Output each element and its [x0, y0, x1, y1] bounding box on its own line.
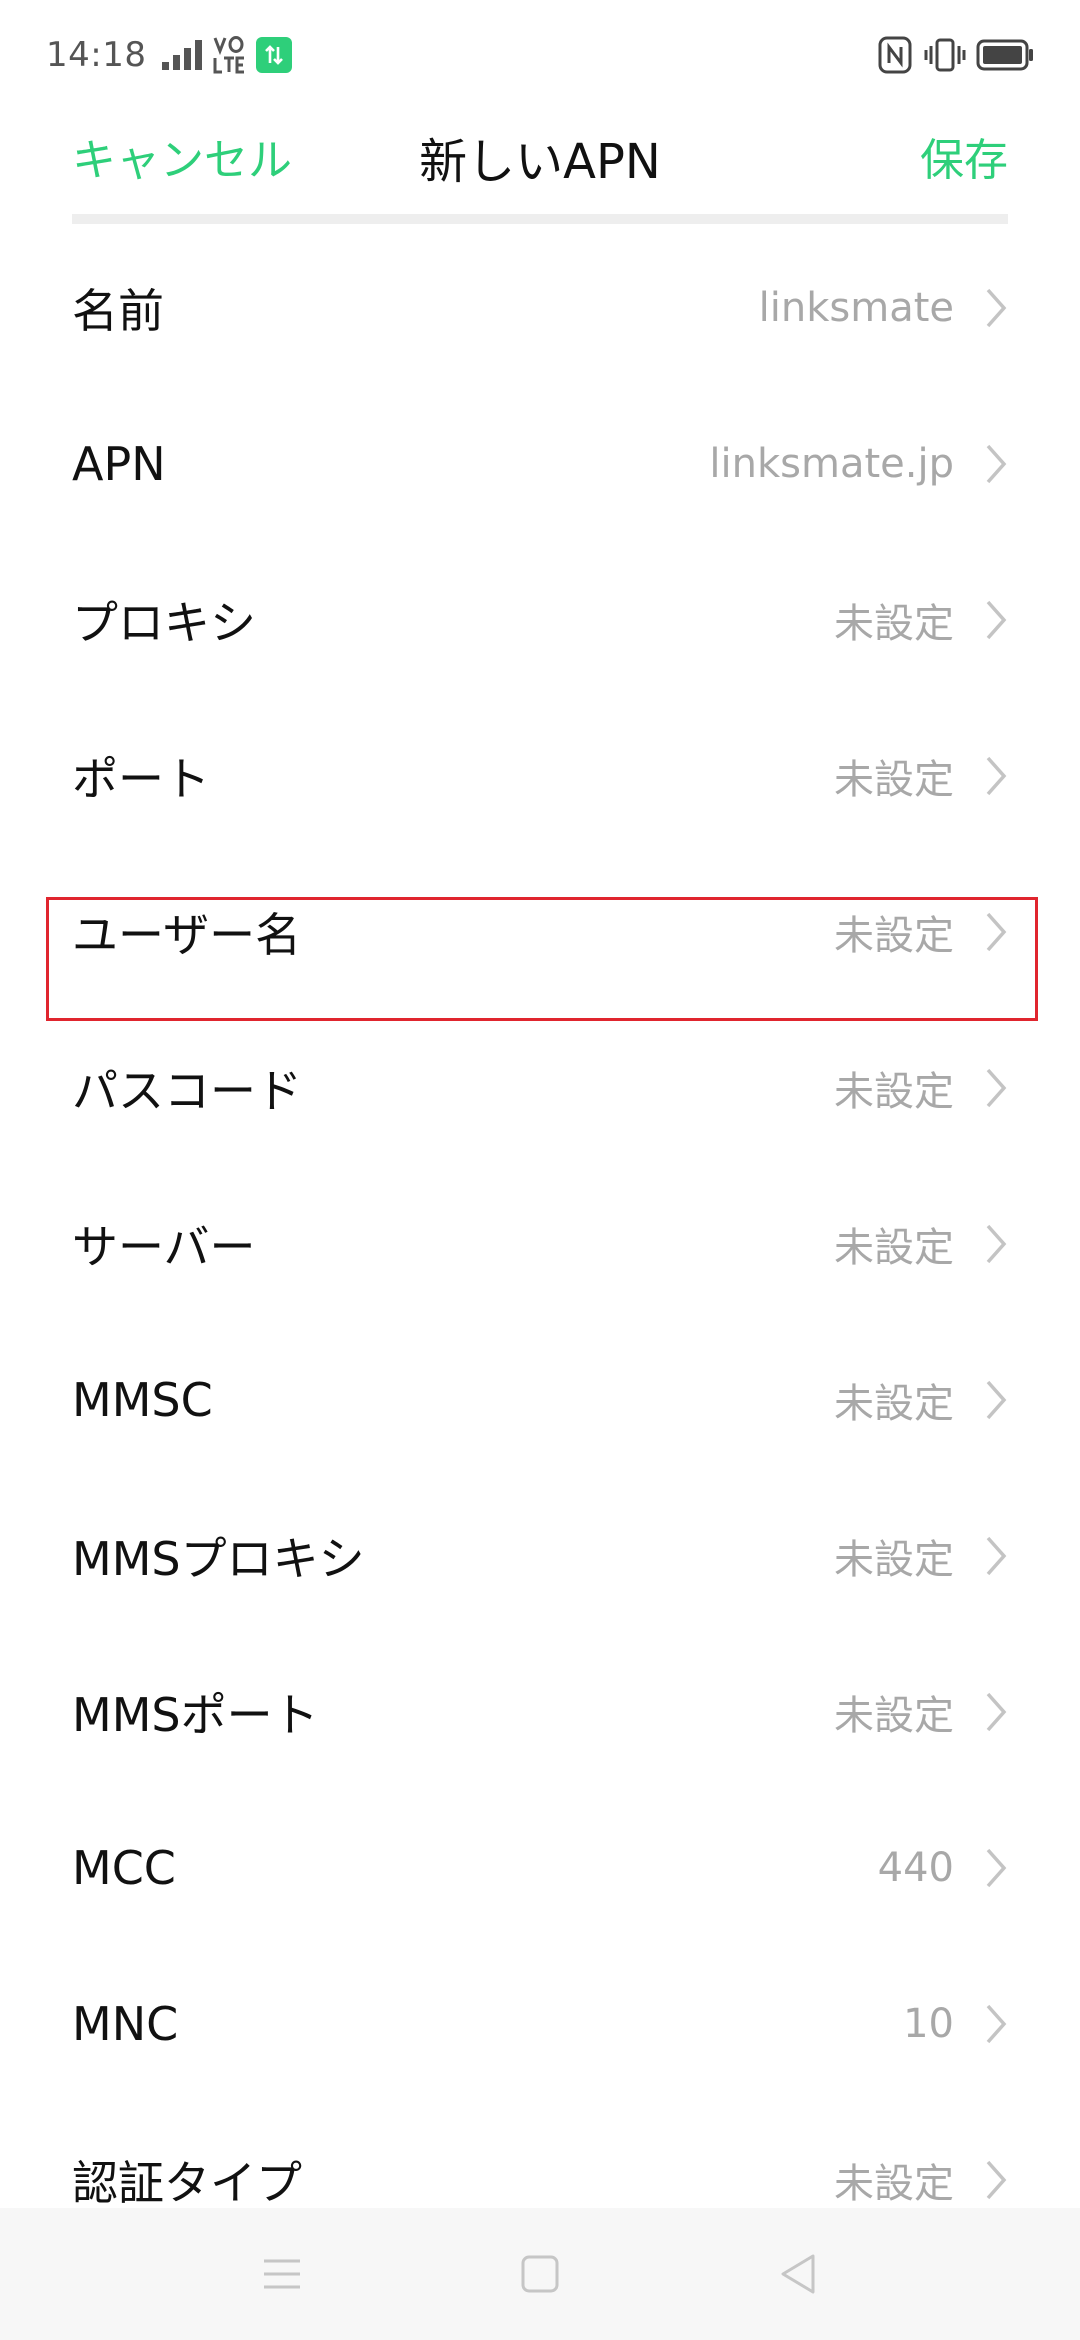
row-label: 認証タイプ — [72, 2156, 302, 2208]
proxy-row[interactable]: プロキシ 未設定 — [0, 542, 1080, 698]
chevron-right-icon — [986, 444, 1007, 484]
home-button[interactable] — [508, 2242, 572, 2306]
row-value: 440 — [877, 1845, 954, 1891]
chevron-right-icon — [986, 1536, 1007, 1576]
mms-port-row[interactable]: MMSポート 未設定 — [0, 1634, 1080, 1790]
row-label: MMSポート — [72, 1688, 319, 1742]
data-transfer-icon — [256, 37, 293, 73]
back-icon — [781, 2254, 815, 2294]
chevron-right-icon — [986, 600, 1007, 640]
row-label: ポート — [72, 752, 210, 806]
port-row[interactable]: ポート 未設定 — [0, 698, 1080, 854]
row-value: 未設定 — [834, 1537, 954, 1583]
save-button[interactable]: 保存 — [920, 124, 1008, 188]
row-label: MCC — [72, 1841, 176, 1895]
row-label: MMSプロキシ — [72, 1532, 365, 1586]
passcode-row[interactable]: パスコード 未設定 — [0, 1010, 1080, 1166]
menu-button[interactable] — [250, 2242, 314, 2306]
mnc-row[interactable]: MNC 10 — [0, 1946, 1080, 2102]
row-label: プロキシ — [72, 596, 256, 650]
chevron-right-icon — [986, 912, 1007, 952]
chevron-right-icon — [986, 756, 1007, 796]
menu-icon — [264, 2259, 300, 2289]
row-label: MMSC — [72, 1373, 213, 1427]
chevron-right-icon — [986, 2160, 1007, 2200]
vibrate-icon — [924, 38, 966, 72]
chevron-right-icon — [986, 1692, 1007, 1732]
server-row[interactable]: サーバー 未設定 — [0, 1166, 1080, 1322]
chevron-right-icon — [986, 2004, 1007, 2044]
row-value: 未設定 — [834, 757, 954, 803]
apn-name-row[interactable]: 名前 linksmate — [0, 230, 1080, 386]
chevron-right-icon — [986, 1068, 1007, 1108]
row-value: 未設定 — [834, 1069, 954, 1115]
auth-type-row[interactable]: 認証タイプ 未設定 — [0, 2102, 1080, 2208]
status-time: 14:18 — [46, 35, 147, 75]
chevron-right-icon — [986, 1380, 1007, 1420]
nfc-icon — [878, 36, 912, 74]
row-value: 未設定 — [834, 2161, 954, 2207]
mmsc-row[interactable]: MMSC 未設定 — [0, 1322, 1080, 1478]
row-value: 未設定 — [834, 1381, 954, 1427]
status-left: 14:18 — [46, 30, 293, 80]
row-label: サーバー — [72, 1220, 256, 1274]
apn-settings-list[interactable]: 名前 linksmate APN linksmate.jp プロキシ 未設定 ポ… — [0, 230, 1080, 2208]
row-value: linksmate — [758, 285, 954, 331]
row-value: 未設定 — [834, 1225, 954, 1271]
status-bar: 14:18 — [0, 0, 1080, 110]
navigation-bar — [0, 2208, 1080, 2340]
row-label: APN — [72, 437, 166, 491]
cancel-button[interactable]: キャンセル — [72, 124, 292, 188]
username-row[interactable]: ユーザー名 未設定 — [0, 854, 1080, 1010]
header: キャンセル 新しいAPN 保存 — [0, 110, 1080, 220]
row-value: 未設定 — [834, 913, 954, 959]
row-label: パスコード — [72, 1064, 302, 1118]
row-label: MNC — [72, 1997, 179, 2051]
chevron-right-icon — [986, 1224, 1007, 1264]
row-value: 未設定 — [834, 1693, 954, 1739]
battery-icon — [976, 39, 1033, 71]
back-button[interactable] — [766, 2242, 830, 2306]
apn-row[interactable]: APN linksmate.jp — [0, 386, 1080, 542]
row-label: ユーザー名 — [72, 908, 302, 962]
row-value: 10 — [903, 2001, 954, 2047]
chevron-right-icon — [986, 1848, 1007, 1888]
header-divider — [72, 214, 1008, 224]
status-right — [878, 32, 1034, 78]
home-icon — [521, 2255, 559, 2293]
volte-icon — [213, 36, 245, 74]
mms-proxy-row[interactable]: MMSプロキシ 未設定 — [0, 1478, 1080, 1634]
chevron-right-icon — [986, 288, 1007, 328]
row-value: linksmate.jp — [709, 441, 954, 487]
mcc-row[interactable]: MCC 440 — [0, 1790, 1080, 1946]
signal-icon — [162, 40, 203, 70]
row-label: 名前 — [72, 284, 164, 338]
row-value: 未設定 — [834, 601, 954, 647]
